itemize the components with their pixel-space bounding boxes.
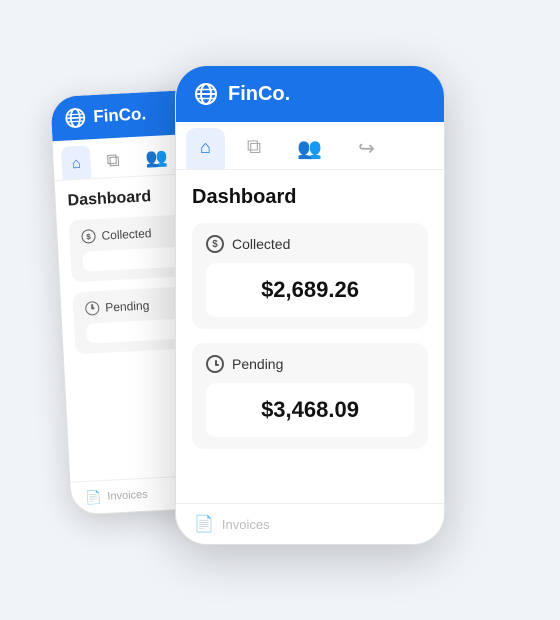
front-file-icon: 📄 (194, 514, 214, 534)
front-collected-value: $2,689.26 (206, 263, 414, 317)
front-clock-icon (206, 355, 224, 373)
back-globe-icon (65, 107, 86, 128)
front-nav-files[interactable]: ⧉ (233, 128, 275, 169)
front-page-title: Dashboard (192, 186, 428, 209)
front-home-icon: ⌂ (200, 137, 211, 157)
front-collected-label-row: $ Collected (206, 235, 414, 253)
front-globe-icon (194, 82, 218, 106)
front-bottom-nav: 📄 Invoices (176, 503, 444, 544)
front-nav-bar: ⌂ ⧉ 👥 ↪ (176, 122, 444, 170)
front-pending-card: Pending $3,468.09 (192, 343, 428, 449)
back-pending-label: Pending (105, 298, 150, 314)
back-header-title: FinCo. (93, 104, 147, 127)
back-home-icon: ⌂ (71, 155, 81, 172)
front-header: FinCo. (176, 66, 444, 122)
back-file-icon: 📄 (85, 489, 102, 506)
front-collected-label: Collected (232, 236, 290, 252)
back-nav-home[interactable]: ⌂ (61, 145, 92, 179)
front-users-icon: 👥 (297, 138, 322, 160)
back-users-icon: 👥 (145, 147, 168, 168)
front-files-icon: ⧉ (247, 136, 261, 158)
back-files-icon: ⧉ (106, 150, 120, 171)
back-dollar-icon: $ (81, 229, 96, 244)
front-pending-label: Pending (232, 356, 283, 372)
front-nav-users[interactable]: 👥 (283, 128, 336, 169)
back-clock-icon (85, 301, 100, 316)
front-pending-label-row: Pending (206, 355, 414, 373)
front-header-title: FinCo. (228, 83, 290, 106)
phone-front: FinCo. ⌂ ⧉ 👥 ↪ Dashboard $ Collected $2,… (175, 65, 445, 545)
front-content: Dashboard $ Collected $2,689.26 Pending … (176, 170, 444, 479)
front-pending-value: $3,468.09 (206, 383, 414, 437)
front-nav-logout[interactable]: ↪ (344, 128, 389, 169)
back-collected-label: Collected (101, 226, 152, 243)
front-collected-card: $ Collected $2,689.26 (192, 223, 428, 329)
back-nav-files[interactable]: ⧉ (96, 143, 131, 178)
back-nav-users[interactable]: 👥 (135, 141, 179, 176)
front-nav-home[interactable]: ⌂ (186, 128, 225, 169)
front-logout-icon: ↪ (358, 138, 375, 160)
back-invoices-label: Invoices (107, 489, 148, 503)
front-invoices-label: Invoices (222, 517, 270, 532)
front-dollar-icon: $ (206, 235, 224, 253)
